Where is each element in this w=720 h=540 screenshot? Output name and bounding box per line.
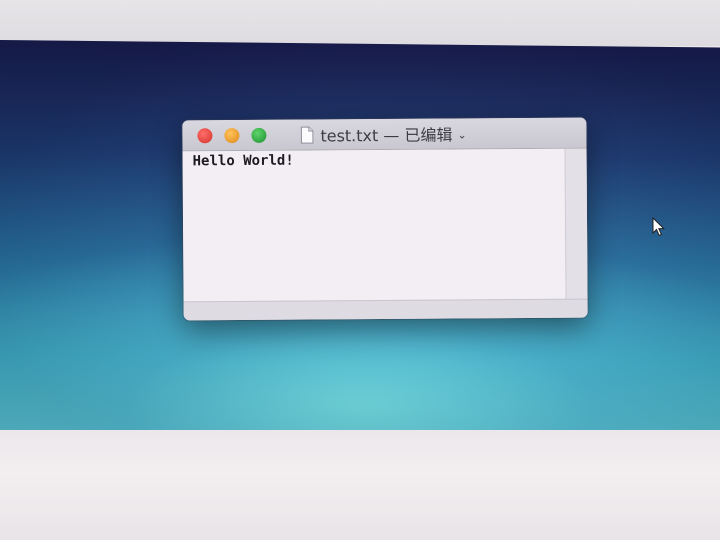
window-bottom-bar xyxy=(183,298,588,321)
photo-scene: test.txt — 已编辑 ⌄ Hello World! xyxy=(0,0,720,540)
bottom-bezel xyxy=(0,430,720,540)
window-title: test.txt — 已编辑 xyxy=(320,125,453,146)
vertical-scrollbar[interactable] xyxy=(564,148,588,299)
window-titlebar[interactable]: test.txt — 已编辑 ⌄ xyxy=(182,117,587,152)
zoom-button[interactable] xyxy=(251,127,267,143)
minimize-button[interactable] xyxy=(224,128,240,144)
document-icon xyxy=(300,126,314,144)
chevron-down-icon[interactable]: ⌄ xyxy=(457,128,466,141)
window-title-group[interactable]: test.txt — 已编辑 ⌄ xyxy=(300,123,467,146)
close-button[interactable] xyxy=(197,128,213,144)
arrow-cursor-icon xyxy=(652,216,666,237)
text-editor-area[interactable]: Hello World! xyxy=(182,148,566,302)
textedit-window[interactable]: test.txt — 已编辑 ⌄ Hello World! xyxy=(182,117,588,321)
top-bezel xyxy=(0,0,720,46)
document-text[interactable]: Hello World! xyxy=(193,153,294,170)
